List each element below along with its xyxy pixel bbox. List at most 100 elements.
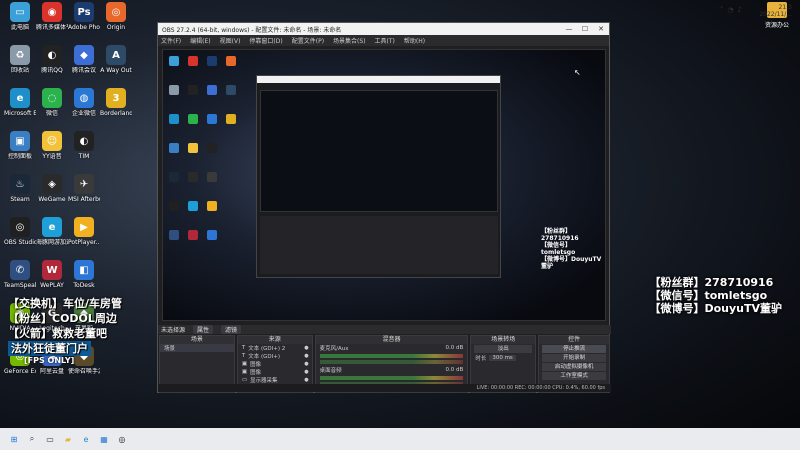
preview-icon <box>226 56 236 66</box>
filters-button[interactable]: 滤镜 <box>221 325 242 334</box>
desktop-icon[interactable]: ♻ 回收站 <box>4 45 36 74</box>
desktop-icon[interactable]: ◎ OBS Studio <box>4 217 36 246</box>
desktop-icon-label: ToDesk <box>73 282 95 289</box>
channel-db: 0.0 dB <box>445 345 464 351</box>
desktop-icon[interactable]: ◐ TIM <box>68 131 100 160</box>
eye-icon[interactable]: ● <box>304 369 308 375</box>
task-view-icon[interactable]: ▭ <box>44 433 56 445</box>
desktop-icon[interactable]: ✈ MSI Afterburner <box>68 174 100 203</box>
obs-statusbar: LIVE: 00:00:00 REC: 00:00:00 CPU: 0.4%, … <box>158 384 611 392</box>
obs-icon[interactable]: ◎ <box>116 433 128 445</box>
virtual-camera-button[interactable]: 启动虚拟摄像机 <box>542 363 607 371</box>
source-name: 图像 <box>250 370 262 376</box>
app-icon: ◐ <box>42 45 62 65</box>
desktop-icon[interactable]: ✆ TeamSpeak <box>4 260 36 289</box>
transition-select[interactable]: 淡出 <box>474 345 533 353</box>
app-icon: ♨ <box>10 174 30 194</box>
desktop-icon[interactable]: Ps Adobe Photosh... <box>68 2 100 31</box>
desktop-icon[interactable]: ◉ 腾讯多媒体平台 <box>36 2 68 31</box>
desktop-icon[interactable]: ◐ 腾讯QQ <box>36 45 68 74</box>
desktop-icon[interactable]: ♨ Steam <box>4 174 36 203</box>
source-item[interactable]: ▣ 图像 ● <box>238 360 312 368</box>
stop-streaming-button[interactable]: 停止推流 <box>542 345 607 353</box>
preview-overlay-text: 【粉丝群】278710916 【微信号】tomletsgo 【微博号】Douyu… <box>541 228 605 270</box>
nested-obs-window <box>256 75 501 278</box>
desktop-icon-label: GeForce Experience <box>4 368 36 375</box>
source-name: 显示器采集 <box>250 378 278 384</box>
preview-icon <box>169 143 179 153</box>
eye-icon[interactable]: ● <box>304 377 308 383</box>
preview-icon <box>188 85 198 95</box>
desktop-icon[interactable]: ◈ WeGame <box>36 174 68 203</box>
file-explorer-icon[interactable]: ▰ <box>62 433 74 445</box>
studio-mode-button[interactable]: 工作室模式 <box>542 372 607 380</box>
desktop-icon[interactable]: ▣ 控制面板 <box>4 131 36 160</box>
volume-slider[interactable] <box>319 360 464 364</box>
source-item[interactable]: ▭ 显示器采集 ● <box>238 376 312 384</box>
source-item[interactable]: ▣ 图像 ● <box>238 368 312 376</box>
overlay-line: 【粉丝群】278710916 <box>649 276 774 289</box>
windows-start-icon[interactable]: ⊞ <box>8 433 20 445</box>
desktop-icon[interactable]: ◌ 微信 <box>36 88 68 117</box>
menu-file[interactable]: 文件(F) <box>161 36 181 45</box>
start-recording-button[interactable]: 开始录制 <box>542 354 607 362</box>
preview-icon <box>188 56 198 66</box>
desktop-icon[interactable]: e 海豚网游加速器5.0 <box>36 217 68 246</box>
menu-edit[interactable]: 编辑(E) <box>190 36 210 45</box>
preview-icon <box>169 85 179 95</box>
preview-icon <box>207 201 217 211</box>
menu-help[interactable]: 帮助(H) <box>404 36 425 45</box>
duration-input[interactable]: 300 ms <box>489 355 516 361</box>
overlay-line: 【粉丝群】278710916 <box>541 228 579 242</box>
app-icon: ◈ <box>42 174 62 194</box>
clock[interactable]: 21:3 2022/11/... <box>759 4 792 18</box>
minimize-button[interactable]: — <box>561 25 577 33</box>
eye-icon[interactable]: ● <box>304 345 308 351</box>
dock-title: 来源 <box>237 336 312 344</box>
obs-titlebar[interactable]: OBS 27.2.4 (64-bit, windows) - 配置文件: 未命名… <box>158 23 609 35</box>
menu-tools[interactable]: 工具(T) <box>375 36 395 45</box>
desktop-icon[interactable]: e Microsoft Edge <box>4 88 36 117</box>
eye-icon[interactable]: ● <box>304 361 308 367</box>
source-item[interactable]: T 文本 (GDI+) ● <box>238 352 312 360</box>
maximize-button[interactable]: ☐ <box>577 25 593 33</box>
network-icon[interactable]: ◔ <box>727 6 733 14</box>
duration-row: 时长 300 ms <box>471 354 535 362</box>
preview-icon <box>207 85 217 95</box>
menu-view[interactable]: 视图(V) <box>220 36 241 45</box>
overlay-line: 【微信号】tomletsgo <box>649 289 768 302</box>
obs-preview[interactable]: 【粉丝群】278710916 【微信号】tomletsgo 【微博号】Douyu… <box>162 49 606 321</box>
chevron-up-icon[interactable]: ˄ <box>720 6 724 14</box>
image-icon: ▣ <box>241 369 248 375</box>
source-name: 文本 (GDI+) <box>248 354 280 360</box>
volume-icon[interactable]: ♪ <box>738 6 742 14</box>
menu-profile[interactable]: 配置文件(P) <box>292 36 324 45</box>
menu-docks[interactable]: 停靠窗口(D) <box>249 36 282 45</box>
nested-preview <box>260 90 498 212</box>
desktop-icon[interactable]: ◧ ToDesk <box>68 260 100 289</box>
desktop-icon[interactable]: ◎ Origin <box>100 2 132 31</box>
overlay-right: 【粉丝群】278710916 【微信号】tomletsgo 【微博号】Douyu… <box>649 276 782 315</box>
desktop-icon[interactable]: ☺ YY语音 <box>36 131 68 160</box>
desktop-icon[interactable]: 3 Borderlands 3 <box>100 88 132 117</box>
source-item[interactable]: T 文本 (GDI+) 2 ● <box>238 344 312 352</box>
preview-icon <box>188 114 198 124</box>
menu-scene-collection[interactable]: 场景集合(S) <box>333 36 366 45</box>
store-icon[interactable]: ▦ <box>98 433 110 445</box>
desktop-icon[interactable]: ◍ 企业微信 <box>68 88 100 117</box>
desktop-icon[interactable]: ▭ 此电脑 <box>4 2 36 31</box>
desktop-icon[interactable]: ▶ PotPlayer... <box>68 217 100 246</box>
scene-item[interactable]: 场景 <box>160 344 234 352</box>
desktop-icon[interactable]: ◆ 腾讯会议 <box>68 45 100 74</box>
close-button[interactable]: ✕ <box>593 25 609 33</box>
app-icon: ◌ <box>42 88 62 108</box>
desktop-icon[interactable]: A A Way Out <box>100 45 132 74</box>
app-icon: ◧ <box>74 260 94 280</box>
desktop-icon-label: A Way Out <box>100 67 132 74</box>
edge-icon[interactable]: e <box>80 433 92 445</box>
duration-label: 时长 <box>475 356 487 362</box>
search-icon[interactable]: ⌕ <box>26 433 38 445</box>
eye-icon[interactable]: ● <box>304 353 308 359</box>
desktop-icon[interactable]: W WePLAY <box>36 260 68 289</box>
properties-button[interactable]: 属性 <box>193 325 214 334</box>
